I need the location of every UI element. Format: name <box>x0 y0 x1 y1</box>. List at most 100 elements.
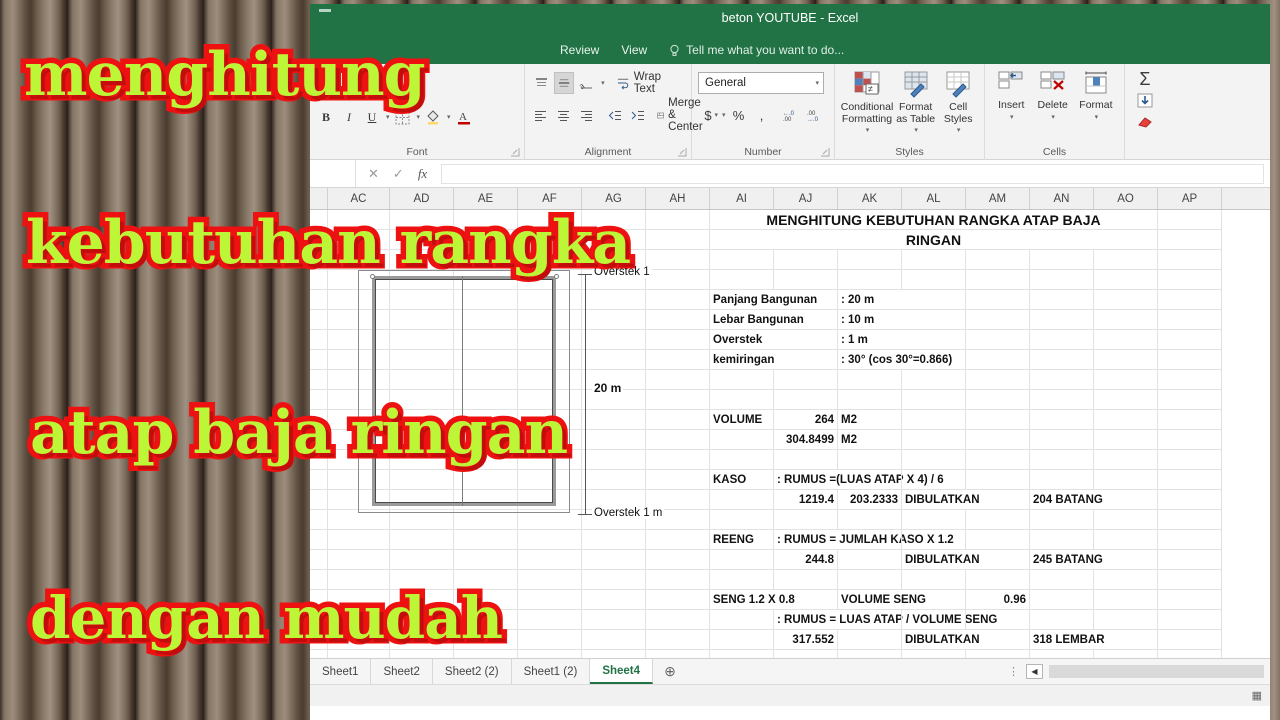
cell[interactable] <box>1158 210 1222 230</box>
cell[interactable] <box>774 450 838 470</box>
cell[interactable] <box>1030 510 1094 530</box>
insert-caret-icon[interactable]: ▾ <box>1010 112 1014 124</box>
cell[interactable] <box>710 430 774 450</box>
cell[interactable] <box>582 610 646 630</box>
sheet-tab-sheet2-2[interactable]: Sheet2 (2) <box>433 659 512 684</box>
volume-unit-2[interactable]: M2 <box>838 430 902 450</box>
cell[interactable] <box>390 290 454 310</box>
cell[interactable] <box>1158 470 1222 490</box>
column-header-am[interactable]: AM <box>966 188 1030 209</box>
cell[interactable] <box>1030 410 1094 430</box>
cell[interactable] <box>1094 430 1158 450</box>
cell[interactable] <box>646 250 710 270</box>
cell[interactable] <box>518 330 582 350</box>
cell[interactable] <box>1030 430 1094 450</box>
cell[interactable] <box>774 270 838 290</box>
cell[interactable] <box>582 370 646 390</box>
kaso-formula[interactable]: : RUMUS =(LUAS ATAP X 4) / 6 <box>774 470 944 490</box>
cell[interactable] <box>582 530 646 550</box>
cell[interactable] <box>646 430 710 450</box>
cell[interactable] <box>966 370 1030 390</box>
kaso-value-1[interactable]: 1219.4 <box>774 490 838 510</box>
cell[interactable] <box>710 490 774 510</box>
cell[interactable] <box>646 550 710 570</box>
cell[interactable] <box>1094 310 1158 330</box>
cell[interactable] <box>646 610 710 630</box>
cell[interactable] <box>902 470 966 490</box>
cell[interactable] <box>902 530 966 550</box>
cell[interactable] <box>1094 610 1158 630</box>
cell[interactable] <box>1030 270 1094 290</box>
cell[interactable] <box>582 410 646 430</box>
cell[interactable] <box>966 650 1030 658</box>
cell[interactable] <box>646 350 710 370</box>
cell[interactable] <box>902 650 966 658</box>
cell[interactable] <box>966 410 1030 430</box>
cell[interactable] <box>710 370 774 390</box>
cell[interactable] <box>582 430 646 450</box>
font-color-button[interactable]: A <box>454 106 474 128</box>
increase-decimal-button[interactable]: ←.0 .00 <box>780 104 801 126</box>
cell[interactable] <box>966 550 1030 570</box>
tab-view[interactable]: View <box>621 43 647 57</box>
cell[interactable] <box>710 270 774 290</box>
cell[interactable] <box>1094 270 1158 290</box>
align-right-button[interactable] <box>577 104 597 126</box>
cell[interactable] <box>1094 530 1158 550</box>
decrease-indent-button[interactable] <box>604 104 624 126</box>
column-header-ag[interactable]: AG <box>582 188 646 209</box>
sheet-tab-sheet2[interactable]: Sheet2 <box>371 659 433 684</box>
scroll-left-arrow-icon[interactable]: ◀ <box>1026 664 1043 679</box>
cell[interactable] <box>518 350 582 370</box>
param-label-panjang[interactable]: Panjang Bangunan <box>710 290 817 310</box>
align-center-button[interactable] <box>554 104 574 126</box>
cell[interactable] <box>646 530 710 550</box>
cell[interactable] <box>1030 530 1094 550</box>
align-left-button[interactable] <box>531 104 551 126</box>
percent-button[interactable]: % <box>729 104 749 126</box>
cell[interactable] <box>1094 410 1158 430</box>
cell[interactable] <box>390 510 454 530</box>
cell[interactable] <box>582 450 646 470</box>
cell[interactable] <box>646 410 710 430</box>
cell[interactable] <box>454 530 518 550</box>
number-dialog-launcher-icon[interactable] <box>821 148 830 157</box>
cell[interactable] <box>838 610 902 630</box>
cell[interactable] <box>966 570 1030 590</box>
cell[interactable] <box>328 510 390 530</box>
reeng-formula[interactable]: : RUMUS = JUMLAH KASO X 1.2 <box>774 530 954 550</box>
cell[interactable] <box>710 570 774 590</box>
cell[interactable] <box>966 430 1030 450</box>
cell[interactable] <box>838 650 902 658</box>
seng-volume-label[interactable]: VOLUME SENG <box>838 590 926 610</box>
cell[interactable] <box>1158 250 1222 270</box>
cell[interactable] <box>1094 630 1158 650</box>
cell[interactable] <box>518 630 582 650</box>
clear-button[interactable] <box>1137 116 1153 134</box>
cell[interactable] <box>1158 390 1222 410</box>
cell[interactable] <box>902 330 966 350</box>
cell[interactable] <box>582 510 646 530</box>
cell[interactable] <box>838 510 902 530</box>
cell[interactable] <box>1030 610 1094 630</box>
cell[interactable] <box>838 450 902 470</box>
fill-color-button[interactable] <box>423 106 443 128</box>
cell[interactable] <box>1158 310 1222 330</box>
font-dialog-launcher-icon[interactable] <box>511 148 520 157</box>
cell[interactable] <box>518 590 582 610</box>
cell[interactable] <box>582 290 646 310</box>
cell[interactable] <box>1094 650 1158 658</box>
column-header-ap[interactable]: AP <box>1158 188 1222 209</box>
cell[interactable] <box>902 610 966 630</box>
cell[interactable] <box>646 390 710 410</box>
cell[interactable] <box>1158 270 1222 290</box>
param-label-overstek[interactable]: Overstek <box>710 330 774 350</box>
horizontal-scrollbar-track[interactable] <box>1049 665 1264 678</box>
cell[interactable] <box>1030 330 1094 350</box>
corner-select-all[interactable] <box>310 188 328 209</box>
volume-label[interactable]: VOLUME <box>710 410 774 430</box>
cell[interactable] <box>902 390 966 410</box>
column-header-al[interactable]: AL <box>902 188 966 209</box>
cell[interactable] <box>518 470 582 490</box>
column-header-af[interactable]: AF <box>518 188 582 209</box>
